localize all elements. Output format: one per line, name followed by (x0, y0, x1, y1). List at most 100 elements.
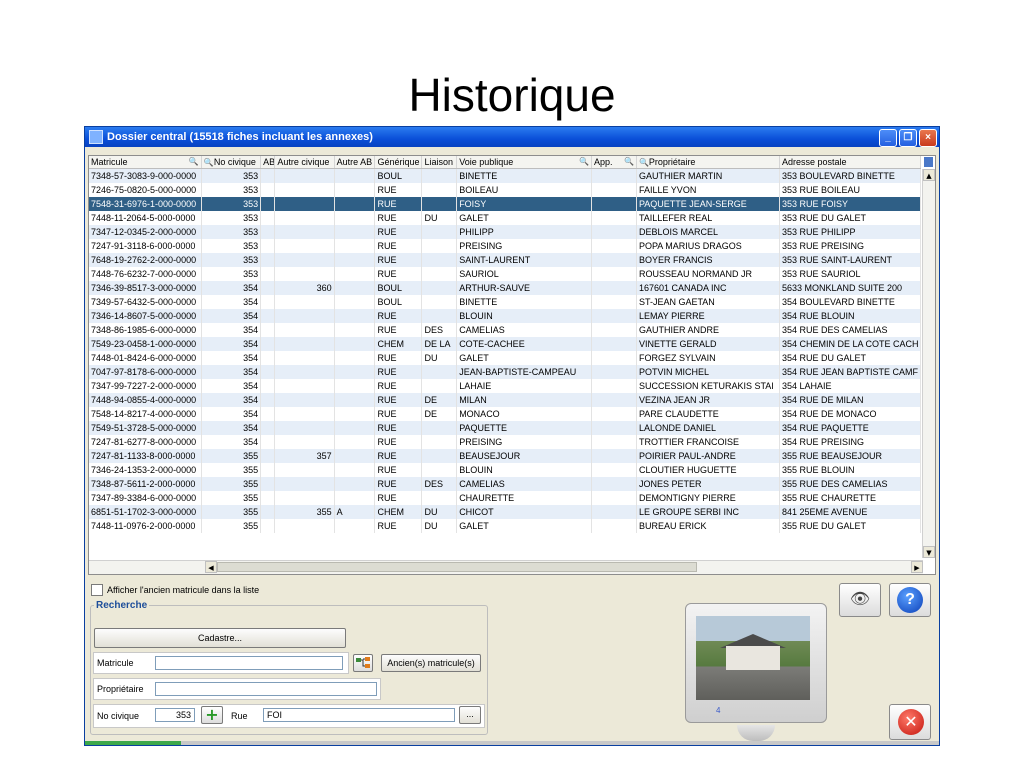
table-row[interactable]: 7448-94-0855-4-000-0000 354 RUE DE MILAN VEZI… (89, 393, 922, 407)
table-cell (274, 309, 335, 323)
cadastre-button[interactable]: Cadastre... (94, 628, 346, 648)
maximize-button[interactable]: ❐ (899, 129, 917, 147)
table-cell: BLOUIN (456, 309, 593, 323)
table-row[interactable]: 7247-91-3118-6-000-0000 353 RUE PREISING POP… (89, 239, 922, 253)
column-header[interactable]: 🔍No civique (201, 156, 262, 169)
column-header[interactable]: AB (260, 156, 276, 169)
table-cell: DE (421, 393, 458, 407)
table-cell (274, 323, 335, 337)
horizontal-scrollbar[interactable]: ◀ ▶ (89, 560, 923, 574)
table-row[interactable]: 7549-23-0458-1-000-0000 354 CHEM DE LA COTE-… (89, 337, 922, 351)
show-old-matricule-row[interactable]: Afficher l'ancien matricule dans la list… (91, 584, 259, 596)
table-cell (334, 449, 376, 463)
table-row[interactable]: 7346-24-1353-2-000-0000 355 RUE BLOUIN CLOUT… (89, 463, 922, 477)
table-cell: CHEM (374, 505, 423, 519)
window-titlebar[interactable]: Dossier central (15518 fiches incluant l… (85, 127, 939, 147)
column-header[interactable]: Matricule 🔍 (89, 156, 202, 169)
property-photo-viewer[interactable]: 4 (685, 599, 833, 745)
table-row[interactable]: 7548-31-6976-1-000-0000 353 RUE FOISY PAQUET… (89, 197, 922, 211)
table-row[interactable]: 7448-11-0976-2-000-0000 355 RUE DU GALET BURE… (89, 519, 922, 533)
table-row[interactable]: 7349-57-6432-5-000-0000 354 BOUL BINETTE ST-… (89, 295, 922, 309)
table-row[interactable]: 7348-87-5611-2-000-0000 355 RUE DES CAMELIAS… (89, 477, 922, 491)
app-icon (89, 130, 103, 144)
search-icon[interactable]: 🔍 (579, 157, 589, 166)
rue-input[interactable]: FOI (263, 708, 455, 722)
rue-label: Rue (231, 711, 248, 721)
table-cell: PARE CLAUDETTE (636, 407, 780, 421)
table-cell: 355 (201, 491, 262, 505)
table-cell (260, 267, 276, 281)
table-row[interactable]: 7247-81-6277-8-000-0000 354 RUE PREISING TRO… (89, 435, 922, 449)
old-matricule-button[interactable]: Ancien(s) matricule(s) (381, 654, 481, 672)
close-window-button[interactable]: × (919, 129, 937, 147)
column-header[interactable]: Générique (374, 156, 423, 169)
table-row[interactable]: 7448-01-8424-6-000-0000 354 RUE DU GALET FORG… (89, 351, 922, 365)
show-old-matricule-checkbox[interactable] (91, 584, 103, 596)
table-cell (591, 183, 637, 197)
table-row[interactable]: 7448-11-2064-5-000-0000 353 RUE DU GALET TAIL… (89, 211, 922, 225)
scroll-left-icon[interactable]: ◀ (205, 561, 217, 573)
scroll-up-icon[interactable]: ▲ (923, 169, 935, 181)
table-row[interactable]: 7549-51-3728-5-000-0000 354 RUE PAQUETTE LAL… (89, 421, 922, 435)
search-icon[interactable]: 🔍 (204, 158, 214, 167)
table-row[interactable]: 7247-81-1133-8-000-0000 355 357 RUE BEAUSEJO… (89, 449, 922, 463)
column-header[interactable]: Voie publique 🔍 (456, 156, 593, 169)
monitor-screen: 4 (685, 603, 827, 723)
table-cell: GAUTHIER MARTIN (636, 168, 780, 183)
close-icon: ✕ (898, 709, 924, 735)
column-header[interactable]: App. 🔍 (591, 156, 637, 169)
table-row[interactable]: 7346-39-8517-3-000-0000 354 360 BOUL ARTHUR-… (89, 281, 922, 295)
table-cell (421, 295, 458, 309)
table-row[interactable]: 7548-14-8217-4-000-0000 354 RUE DE MONACO PAR… (89, 407, 922, 421)
table-cell: 355 RUE DES CAMELIAS (779, 477, 922, 491)
table-cell: 354 RUE DE MILAN (779, 393, 922, 407)
table-cell (334, 168, 376, 183)
table-cell: 355 (201, 519, 262, 533)
no-civique-input[interactable]: 353 (155, 708, 195, 722)
table-row[interactable]: 7246-75-0820-5-000-0000 353 RUE BOILEAU FAIL… (89, 183, 922, 197)
help-button[interactable]: ? (889, 583, 931, 617)
table-cell: BOUL (374, 281, 423, 295)
search-icon[interactable]: 🔍 (624, 157, 634, 166)
table-cell (334, 351, 376, 365)
tree-icon[interactable] (353, 654, 373, 672)
search-icon[interactable]: 🔍 (189, 157, 199, 166)
table-cell (334, 225, 376, 239)
table-cell (421, 463, 458, 477)
records-grid[interactable]: Matricule 🔍 🔍No civique AB Autre civique Autr… (88, 155, 936, 575)
vertical-scrollbar[interactable]: ▲ ▼ (922, 169, 935, 558)
column-header[interactable]: Adresse postale (779, 156, 922, 169)
column-header[interactable]: Autre civique (274, 156, 335, 169)
browse-street-button[interactable]: ... (459, 706, 481, 724)
scroll-down-icon[interactable]: ▼ (923, 546, 935, 558)
column-header[interactable]: Autre AB (334, 156, 376, 169)
table-row[interactable]: 7648-19-2762-2-000-0000 353 RUE SAINT-LAURE… (89, 253, 922, 267)
table-cell (274, 477, 335, 491)
search-icon[interactable]: 🔍 (639, 158, 649, 167)
scroll-right-icon[interactable]: ▶ (911, 561, 923, 573)
table-cell (421, 225, 458, 239)
table-row[interactable]: 7347-89-3384-6-000-0000 355 RUE CHAURETTE DE… (89, 491, 922, 505)
table-row[interactable]: 7348-86-1985-6-000-0000 354 RUE DES CAMELIAS… (89, 323, 922, 337)
table-row[interactable]: 7347-12-0345-2-000-0000 353 RUE PHILIPP DEBL… (89, 225, 922, 239)
table-cell: 354 RUE DE MONACO (779, 407, 922, 421)
close-button[interactable]: ✕ (889, 704, 931, 740)
minimize-button[interactable]: _ (879, 129, 897, 147)
table-row[interactable]: 7346-14-8607-5-000-0000 354 RUE BLOUIN LEMAY… (89, 309, 922, 323)
table-row[interactable]: 7047-97-8178-6-000-0000 354 RUE JEAN-BAPTIS… (89, 365, 922, 379)
table-cell: 7047-97-8178-6-000-0000 (89, 365, 202, 379)
eye-icon[interactable]: 👁 (839, 583, 881, 617)
table-cell (274, 463, 335, 477)
table-row[interactable]: 7347-99-7227-2-000-0000 354 RUE LAHAIE SUCCE… (89, 379, 922, 393)
column-chooser-icon[interactable] (924, 157, 933, 167)
horizontal-scroll-thumb[interactable] (217, 562, 697, 572)
matricule-input[interactable] (155, 656, 343, 670)
table-row[interactable]: 7348-57-3083-9-000-0000 353 BOUL BINETTE GAU… (89, 168, 922, 183)
column-header[interactable]: Liaison (421, 156, 458, 169)
table-row[interactable]: 6851-51-1702-3-000-0000 355 355 A CHEM DU CHIC… (89, 505, 922, 519)
plus-icon[interactable]: + (201, 706, 223, 724)
column-header[interactable]: 🔍Propriétaire (636, 156, 780, 169)
table-row[interactable]: 7448-76-6232-7-000-0000 353 RUE SAURIOL ROUS… (89, 267, 922, 281)
table-cell (591, 295, 637, 309)
proprietaire-input[interactable] (155, 682, 377, 696)
